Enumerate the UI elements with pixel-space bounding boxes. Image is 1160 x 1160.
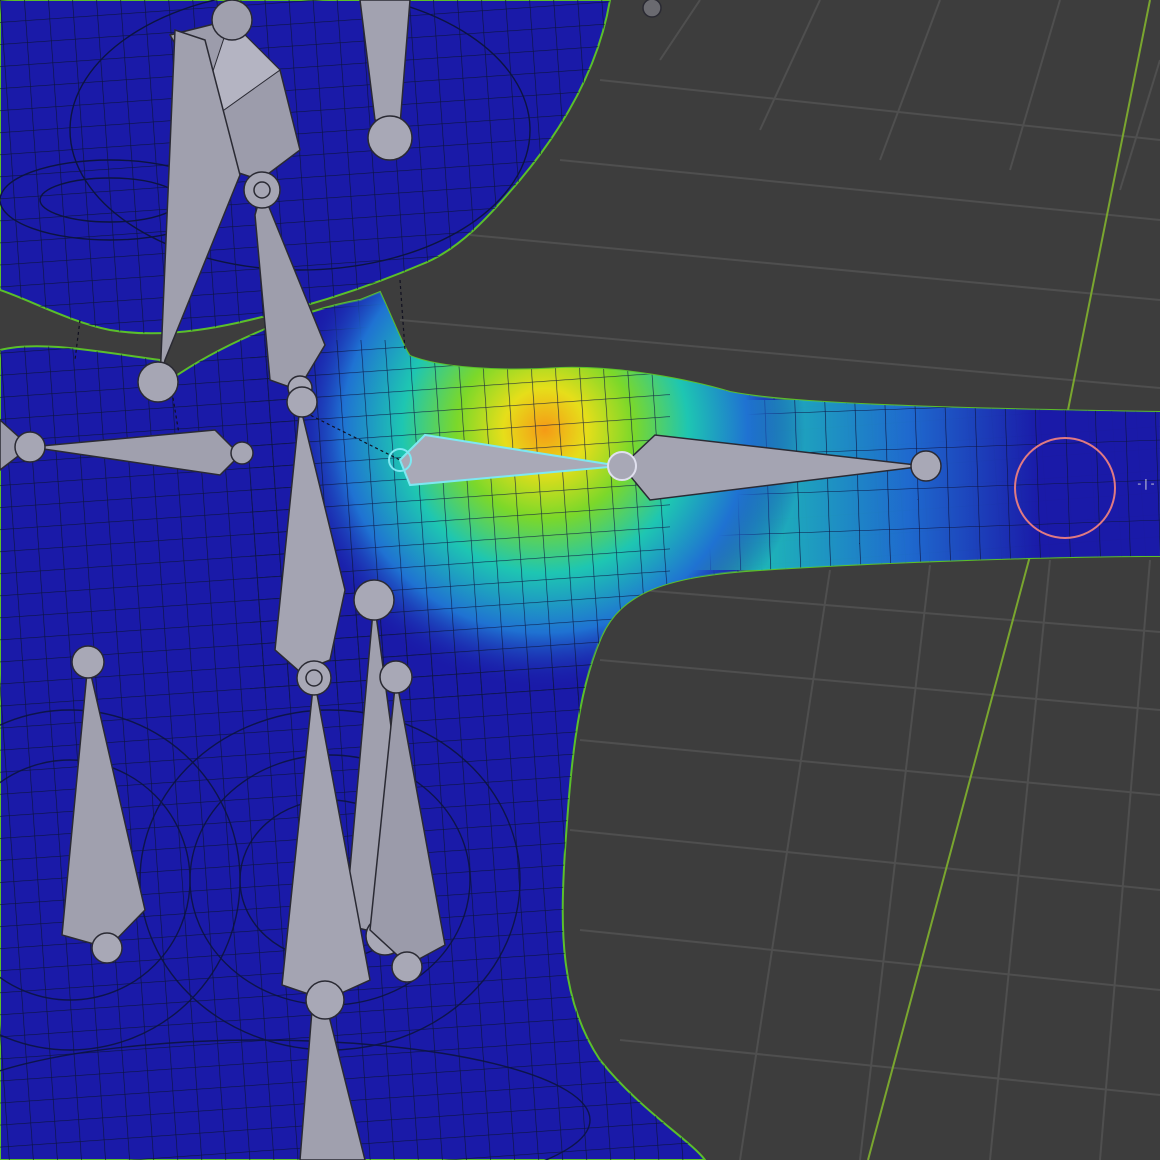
y-axis-line: [867, 0, 1151, 1160]
small-bone-corner[interactable]: [642, 0, 662, 18]
weight-paint-scene[interactable]: [0, 0, 1160, 1160]
cursor-crosshair-readout: -|-: [1136, 477, 1156, 490]
mesh-head[interactable]: [0, 0, 620, 340]
3d-viewport[interactable]: -|-: [0, 0, 1160, 1160]
